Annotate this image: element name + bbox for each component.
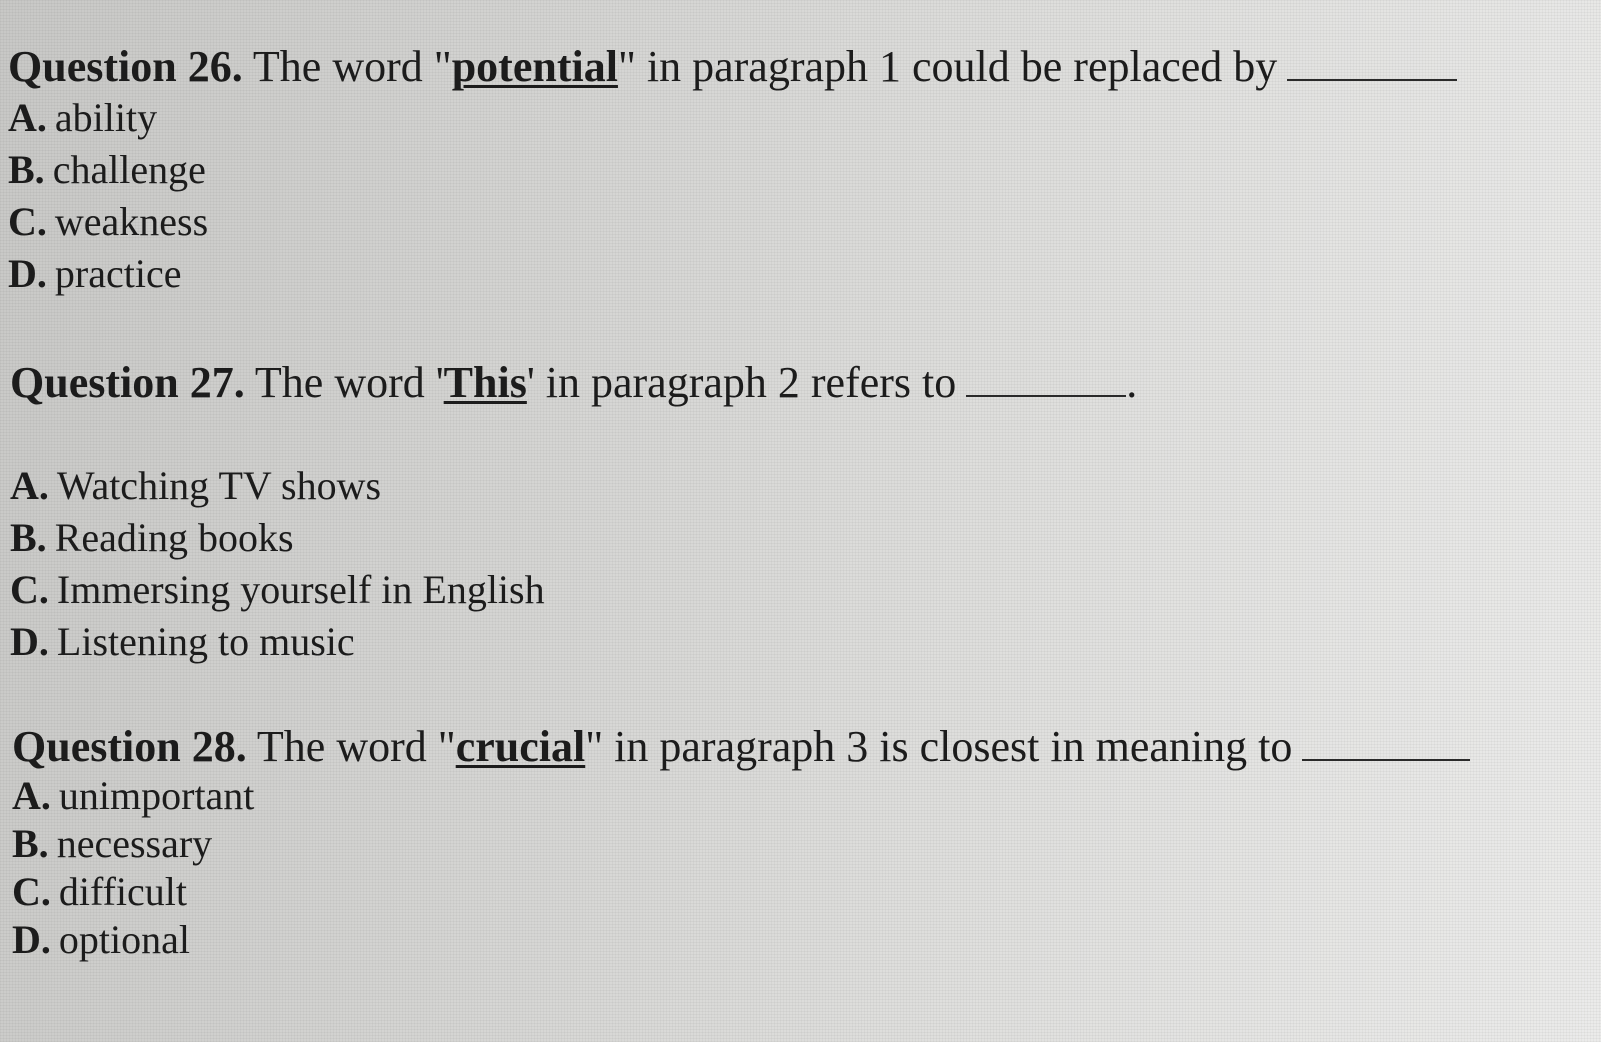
answer-options: A. Watching TV shows B. Reading books C. Im…	[10, 460, 1595, 668]
option-text: weakness	[54, 199, 209, 244]
option-d: D. practice	[8, 248, 1593, 300]
question-stem: Question 27. The word 'This' in paragrap…	[10, 358, 1595, 408]
option-text: challenge	[52, 147, 206, 192]
stem-text-after: " in paragraph 1 could be replaced by	[617, 42, 1278, 91]
question-stem: Question 28. The word "crucial" in parag…	[12, 722, 1597, 772]
option-b: B. Reading books	[10, 512, 1595, 564]
option-text: optional	[58, 917, 190, 962]
option-letter: C.	[12, 869, 51, 914]
stem-end-punctuation: .	[1126, 358, 1138, 407]
option-text: Watching TV shows	[56, 463, 382, 508]
underlined-keyword: potential	[451, 42, 618, 91]
option-letter: D.	[10, 619, 49, 664]
option-text: Immersing yourself in English	[56, 567, 545, 612]
worksheet-page: Question 26. The word "potential" in par…	[0, 0, 1601, 1042]
question-number: Question 26.	[8, 42, 243, 91]
option-c: C. Immersing yourself in English	[10, 564, 1595, 616]
answer-blank	[1302, 758, 1471, 761]
stem-text-before: The word "	[242, 42, 452, 91]
question-number: Question 28.	[12, 722, 247, 771]
question-28: Question 28. The word "crucial" in parag…	[12, 722, 1597, 964]
option-text: difficult	[58, 869, 188, 914]
option-c: C. weakness	[8, 196, 1593, 248]
option-letter: A.	[8, 95, 47, 140]
option-d: D. optional	[12, 916, 1597, 964]
underlined-keyword: crucial	[455, 722, 586, 771]
option-a: A. Watching TV shows	[10, 460, 1595, 512]
option-b: B. challenge	[8, 144, 1593, 196]
option-text: unimportant	[58, 773, 255, 818]
option-letter: B.	[12, 821, 49, 866]
stem-text-after: " in paragraph 3 is closest in meaning t…	[585, 722, 1293, 771]
option-a: A. unimportant	[12, 772, 1597, 820]
option-text: Listening to music	[56, 619, 355, 664]
question-number: Question 27.	[10, 358, 245, 407]
option-d: D. Listening to music	[10, 616, 1595, 668]
option-b: B. necessary	[12, 820, 1597, 868]
question-26: Question 26. The word "potential" in par…	[8, 42, 1593, 300]
answer-options: A. ability B. challenge C. weakness D. pract…	[8, 92, 1593, 300]
option-letter: B.	[8, 147, 45, 192]
option-letter: D.	[8, 251, 47, 296]
option-text: ability	[54, 95, 158, 140]
option-letter: A.	[12, 773, 51, 818]
underlined-keyword: This	[443, 358, 527, 407]
option-text: necessary	[56, 821, 213, 866]
option-letter: B.	[10, 515, 47, 560]
stem-text-before: The word "	[246, 722, 456, 771]
option-letter: D.	[12, 917, 51, 962]
option-letter: A.	[10, 463, 49, 508]
stem-text-after: ' in paragraph 2 refers to	[526, 358, 957, 407]
option-letter: C.	[10, 567, 49, 612]
option-text: Reading books	[54, 515, 294, 560]
answer-blank	[1287, 78, 1458, 81]
option-c: C. difficult	[12, 868, 1597, 916]
answer-blank	[966, 394, 1127, 397]
option-text: practice	[54, 251, 182, 296]
option-a: A. ability	[8, 92, 1593, 144]
option-letter: C.	[8, 199, 47, 244]
question-27: Question 27. The word 'This' in paragrap…	[10, 358, 1595, 668]
answer-options: A. unimportant B. necessary C. difficult D.…	[12, 772, 1597, 964]
question-stem: Question 26. The word "potential" in par…	[8, 42, 1593, 92]
stem-text-before: The word '	[244, 358, 444, 407]
